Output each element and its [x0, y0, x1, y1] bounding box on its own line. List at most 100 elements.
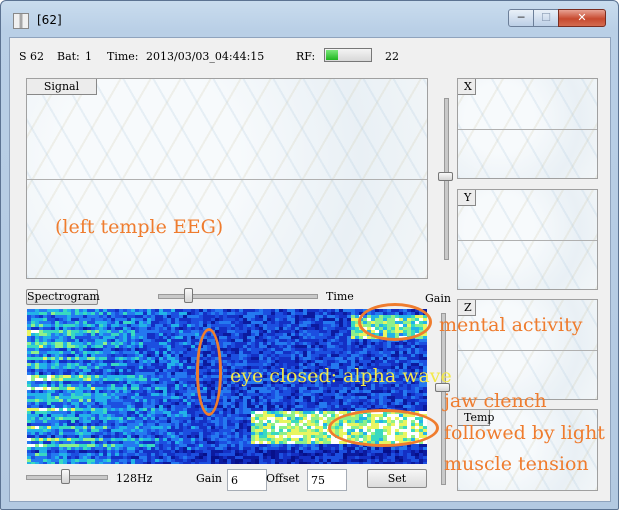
spectrogram-cell	[67, 348, 71, 351]
spectrogram-cell	[279, 396, 283, 399]
spectrogram-cell	[95, 348, 99, 351]
spectrogram-cell	[187, 453, 191, 456]
spectrogram-cell	[187, 312, 191, 315]
spectrogram-cell	[143, 402, 147, 405]
spectrogram-cell	[223, 453, 227, 456]
spectrogram-cell	[251, 438, 255, 441]
spectrogram-cell	[191, 402, 195, 405]
spectrogram-cell	[239, 423, 243, 426]
spectrogram-cell	[263, 330, 267, 333]
spectrogram-cell	[27, 321, 31, 324]
spectrogram-cell	[83, 366, 87, 369]
spectrogram-cell	[191, 456, 195, 459]
spectrogram-cell	[59, 462, 63, 464]
spectrogram-cell	[59, 390, 63, 393]
spectrogram-cell	[175, 393, 179, 396]
spectrogram-cell	[51, 435, 55, 438]
spectrogram-cell	[231, 327, 235, 330]
spectrogram-cell	[147, 369, 151, 372]
spectrogram-cell	[79, 378, 83, 381]
spectrogram-cell	[155, 345, 159, 348]
spectrogram-cell	[331, 399, 335, 402]
spectrogram-cell	[343, 324, 347, 327]
spectrogram-cell	[79, 369, 83, 372]
spectrogram-cell	[151, 405, 155, 408]
signal-tab[interactable]: Signal	[27, 79, 97, 95]
spectrogram-cell	[99, 411, 103, 414]
spectrogram-cell	[87, 327, 91, 330]
spectrogram-cell	[275, 339, 279, 342]
spectrogram-cell	[103, 462, 107, 464]
spectrogram-cell	[51, 309, 55, 312]
spectrogram-cell	[259, 336, 263, 339]
spectrogram-cell	[367, 342, 371, 345]
spectrogram-cell	[179, 324, 183, 327]
spectrogram-cell	[111, 342, 115, 345]
spectrogram-cell	[167, 330, 171, 333]
minimize-button[interactable]: ─	[508, 9, 534, 27]
spectrogram-cell	[263, 444, 267, 447]
spectrogram-cell	[347, 339, 351, 342]
spectrogram-cell	[239, 330, 243, 333]
spectrogram-cell	[131, 456, 135, 459]
spectrogram-cell	[235, 339, 239, 342]
spectrogram-cell	[47, 435, 51, 438]
spectrogram-cell	[247, 462, 251, 464]
spectrogram-cell	[311, 387, 315, 390]
spectrogram-cell	[283, 354, 287, 357]
spectrogram-cell	[95, 420, 99, 423]
spectrogram-cell	[107, 432, 111, 435]
spectrogram-cell	[235, 453, 239, 456]
spectrogram-cell	[391, 342, 395, 345]
spectrogram-cell	[383, 462, 387, 464]
spectrogram-cell	[283, 321, 287, 324]
spectrogram-cell	[95, 333, 99, 336]
spectrogram-cell	[71, 426, 75, 429]
spectrogram-cell	[171, 399, 175, 402]
spectrogram-cell	[35, 375, 39, 378]
spectrogram-cell	[31, 453, 35, 456]
spectrogram-cell	[71, 333, 75, 336]
spectrogram-cell	[195, 435, 199, 438]
time-slider-track[interactable]	[158, 294, 318, 299]
spectrogram-cell	[127, 342, 131, 345]
spectrogram-cell	[27, 393, 31, 396]
spectrogram-cell	[171, 372, 175, 375]
spectrogram-cell	[319, 330, 323, 333]
spectrogram-cell	[171, 378, 175, 381]
spectrogram-cell	[299, 327, 303, 330]
spectrogram-cell	[123, 369, 127, 372]
spectrogram-cell	[355, 342, 359, 345]
spectrogram-tab[interactable]: Spectrogram	[26, 289, 100, 305]
spectrogram-cell	[87, 462, 91, 464]
spectrogram-cell	[159, 447, 163, 450]
time-slider-thumb[interactable]	[184, 288, 193, 303]
spectrogram-cell	[159, 342, 163, 345]
signal-scale-slider-thumb[interactable]	[438, 172, 453, 181]
y-tab[interactable]: Y	[458, 190, 476, 206]
spectrogram-cell	[403, 450, 407, 453]
close-button[interactable]: ✕	[558, 9, 606, 27]
spectrogram-cell	[247, 441, 251, 444]
spectrogram-cell	[303, 345, 307, 348]
spectrogram-cell	[43, 354, 47, 357]
spectrogram-cell	[383, 453, 387, 456]
x-tab[interactable]: X	[458, 79, 476, 95]
spectrogram-cell	[35, 438, 39, 441]
spectrogram-cell	[375, 339, 379, 342]
spectrogram-cell	[263, 351, 267, 354]
spectrogram-cell	[319, 438, 323, 441]
spectrogram-cell	[63, 405, 67, 408]
spectrogram-cell	[195, 432, 199, 435]
spectrogram-cell	[171, 318, 175, 321]
spectrogram-cell	[331, 342, 335, 345]
spectrogram-cell	[311, 345, 315, 348]
spectrogram-cell	[191, 399, 195, 402]
maximize-button[interactable]: ☐	[533, 9, 559, 27]
spectrogram-cell	[83, 312, 87, 315]
spectrogram-cell	[363, 387, 367, 390]
title-bar[interactable]: [62] ─ ☐ ✕	[1, 1, 618, 37]
spectrogram-cell	[335, 411, 339, 414]
spectrogram-cell	[227, 420, 231, 423]
spectrogram-cell	[275, 432, 279, 435]
